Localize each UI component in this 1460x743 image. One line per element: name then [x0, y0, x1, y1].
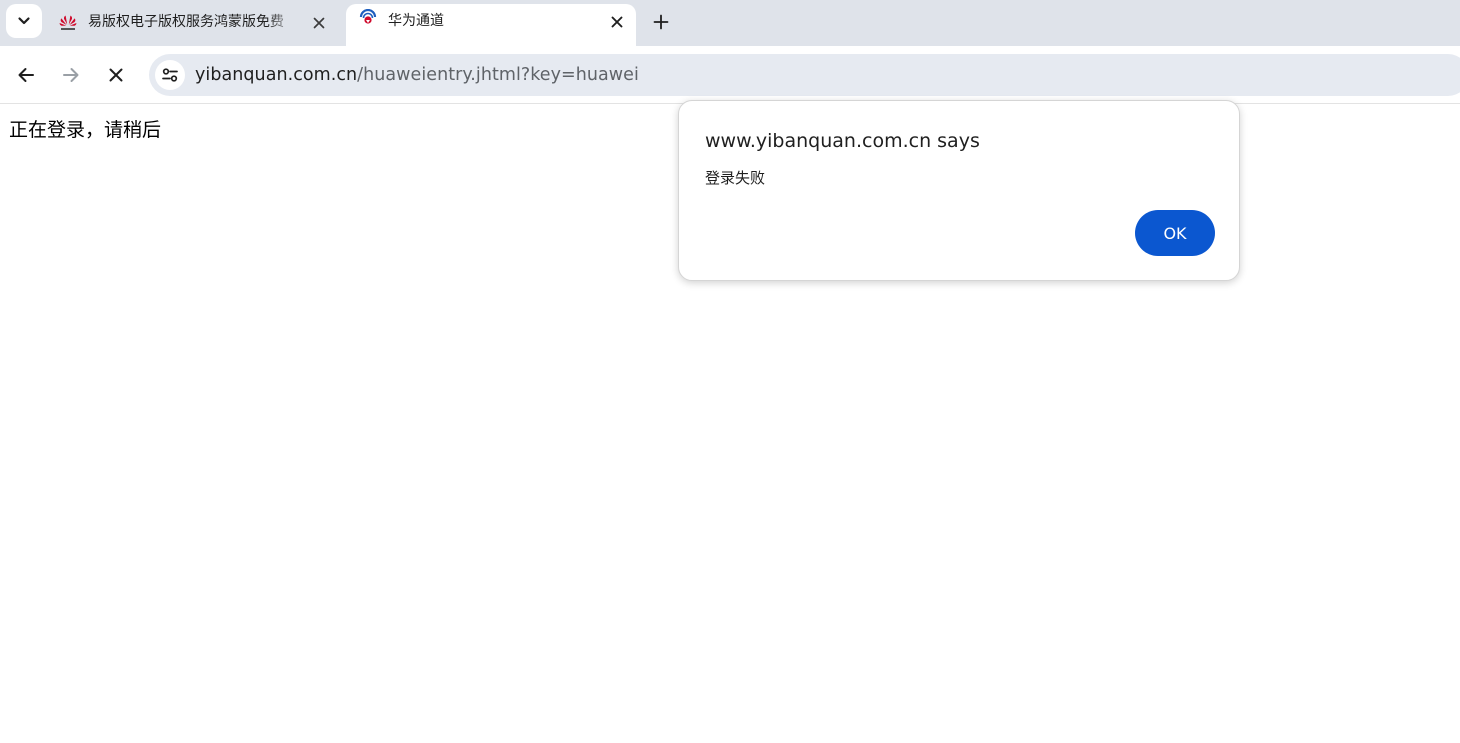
stop-loading-button[interactable]	[99, 58, 133, 92]
browser-toolbar: yibanquan.com.cn/huaweientry.jhtml?key=h…	[0, 46, 1460, 104]
site-favicon-icon	[359, 9, 377, 24]
arrow-right-icon	[63, 68, 79, 82]
loading-message: 正在登录，请稍后	[9, 119, 162, 141]
forward-button[interactable]	[54, 58, 88, 92]
chevron-down-icon	[18, 17, 30, 25]
alert-dialog: www.yibanquan.com.cn says 登录失败 OK	[678, 100, 1240, 281]
close-tab-button[interactable]	[309, 13, 329, 33]
plus-icon	[653, 14, 669, 30]
site-info-button[interactable]	[155, 60, 185, 90]
tab-title: 华为通道	[388, 13, 444, 29]
ok-button[interactable]: OK	[1135, 210, 1215, 256]
alert-title: www.yibanquan.com.cn says	[705, 130, 980, 152]
huawei-logo-icon	[59, 15, 77, 30]
tab-title: 易版权电子版权服务鸿蒙版免费	[88, 14, 284, 30]
arrow-left-icon	[18, 68, 34, 82]
close-icon	[313, 17, 325, 29]
close-icon	[611, 16, 623, 28]
url-path: /huaweientry.jhtml?key=huawei	[357, 65, 639, 85]
new-tab-button[interactable]	[647, 8, 675, 36]
tab-yibanquan[interactable]: 易版权电子版权服务鸿蒙版免费	[46, 4, 342, 46]
tab-search-button[interactable]	[6, 4, 42, 38]
url-host: yibanquan.com.cn	[195, 65, 358, 85]
tab-huawei-channel[interactable]: 华为通道	[346, 4, 636, 46]
address-bar[interactable]: yibanquan.com.cn/huaweientry.jhtml?key=h…	[149, 54, 1460, 96]
url-text: yibanquan.com.cn/huaweientry.jhtml?key=h…	[195, 65, 639, 85]
alert-message: 登录失败	[705, 169, 766, 187]
back-button[interactable]	[9, 58, 43, 92]
close-tab-button[interactable]	[607, 12, 627, 32]
tab-strip: 易版权电子版权服务鸿蒙版免费 华为通道	[0, 0, 1460, 46]
close-icon	[109, 68, 123, 82]
tune-icon	[162, 68, 178, 82]
